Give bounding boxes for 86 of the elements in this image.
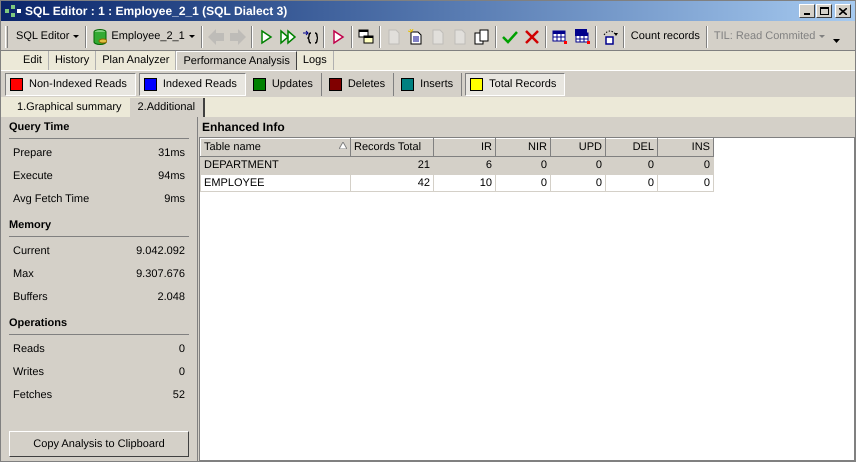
stat-value: 2.048 (157, 290, 185, 306)
legend-toggle[interactable]: Deletes (324, 72, 394, 96)
checkmark-icon (502, 28, 518, 44)
database-icon (93, 28, 108, 44)
table-cell: DEPARTMENT (200, 156, 350, 174)
table-cell: 0 (658, 174, 714, 192)
caret-icon (73, 35, 80, 38)
column-header[interactable]: NIR (496, 138, 550, 156)
table-cell: 6 (434, 156, 496, 174)
sort-icon (339, 142, 347, 150)
column-header[interactable]: Records Total (350, 138, 434, 156)
legend-toggle[interactable]: Updates (248, 72, 322, 96)
stat-value: 9.042.092 (136, 244, 185, 260)
tab[interactable]: History (48, 51, 96, 70)
section-title: Operations (9, 313, 189, 335)
table-cell: 0 (606, 156, 658, 174)
stat-label: Prepare (13, 146, 52, 162)
subtab[interactable]: 2.Additional (130, 98, 206, 117)
table-cell: 0 (496, 174, 550, 192)
close-icon (524, 28, 540, 44)
section-title: Query Time (9, 117, 189, 139)
maximize-button[interactable] (816, 4, 832, 18)
table-cell: 10 (434, 174, 496, 192)
column-header[interactable]: IR (434, 138, 496, 156)
new-document-icon (408, 28, 424, 44)
grids-icon (574, 28, 590, 44)
legend-toggle[interactable]: Non-Indexed Reads (5, 72, 136, 96)
legend-toggle[interactable]: Inserts (397, 72, 462, 96)
windows-icon (358, 28, 374, 44)
section-title: Enhanced Info (201, 119, 286, 136)
table-cell: 0 (496, 156, 550, 174)
braces-icon (302, 28, 318, 44)
document-icon (430, 28, 446, 44)
overflow-caret-icon[interactable] (833, 38, 840, 42)
document-icon (452, 28, 468, 44)
close-button[interactable] (835, 4, 851, 18)
table-cell: 42 (350, 174, 434, 192)
stat-value: 9.307.676 (136, 267, 185, 282)
caret-icon (819, 35, 826, 38)
stat-label: Reads (13, 342, 45, 358)
stat-value: 0 (178, 342, 185, 358)
document-icon (386, 28, 402, 44)
stat-label: Writes (13, 365, 44, 380)
stat-value: 52 (172, 388, 185, 404)
app-icon (5, 5, 21, 17)
count-records-button[interactable]: Count records (626, 26, 704, 48)
stat-value: 0 (178, 365, 185, 380)
table-row[interactable]: EMPLOYEE 42 10 0 0 0 0 (200, 174, 714, 192)
window-title: SQL Editor : 1 : Employee_2_1 (SQL Dialect 3) (25, 3, 288, 20)
stat-value: 9ms (164, 192, 185, 208)
column-header[interactable]: Table name (200, 138, 350, 156)
caret-icon (188, 35, 195, 38)
minimize-button[interactable] (799, 4, 815, 18)
tab[interactable]: Performance Analysis (176, 51, 297, 70)
table-cell: EMPLOYEE (200, 174, 350, 192)
dropdown-button[interactable]: Employee_2_1 (89, 26, 199, 48)
section-title: Memory (9, 215, 189, 237)
refresh-icon (602, 28, 618, 44)
stat-label: Max (13, 267, 34, 282)
table-cell: 0 (606, 174, 658, 192)
grid-icon (552, 28, 568, 44)
table-cell: 0 (550, 156, 606, 174)
table-row[interactable]: DEPARTMENT 21 6 0 0 0 0 (200, 156, 714, 174)
stat-value: 31ms (158, 146, 185, 162)
double-play-icon (280, 28, 296, 44)
copy-button[interactable]: Copy Analysis to Clipboard (9, 431, 189, 457)
stat-label: Execute (13, 169, 53, 184)
legend-toggle[interactable]: Total Records (465, 72, 566, 96)
tab[interactable]: Edit (17, 51, 49, 70)
tab[interactable]: Logs (296, 51, 334, 70)
stat-value: 94ms (158, 169, 185, 184)
close-icon (839, 8, 847, 14)
dropdown-button[interactable]: SQL Editor (12, 26, 84, 48)
subtab[interactable]: 1.Graphical summary (9, 98, 130, 117)
legend-toggle[interactable]: Indexed Reads (138, 72, 246, 96)
table-cell: 0 (658, 156, 714, 174)
column-header[interactable]: INS (658, 138, 714, 156)
stat-label: Current (13, 244, 50, 260)
table-cell: 21 (350, 156, 434, 174)
copy-icon (474, 28, 490, 44)
stat-label: Avg Fetch Time (13, 192, 90, 208)
table-cell: 0 (550, 174, 606, 192)
stat-label: Buffers (13, 290, 48, 306)
column-header[interactable]: UPD (550, 138, 606, 156)
stat-label: Fetches (13, 388, 52, 404)
column-header[interactable]: DEL (606, 138, 658, 156)
